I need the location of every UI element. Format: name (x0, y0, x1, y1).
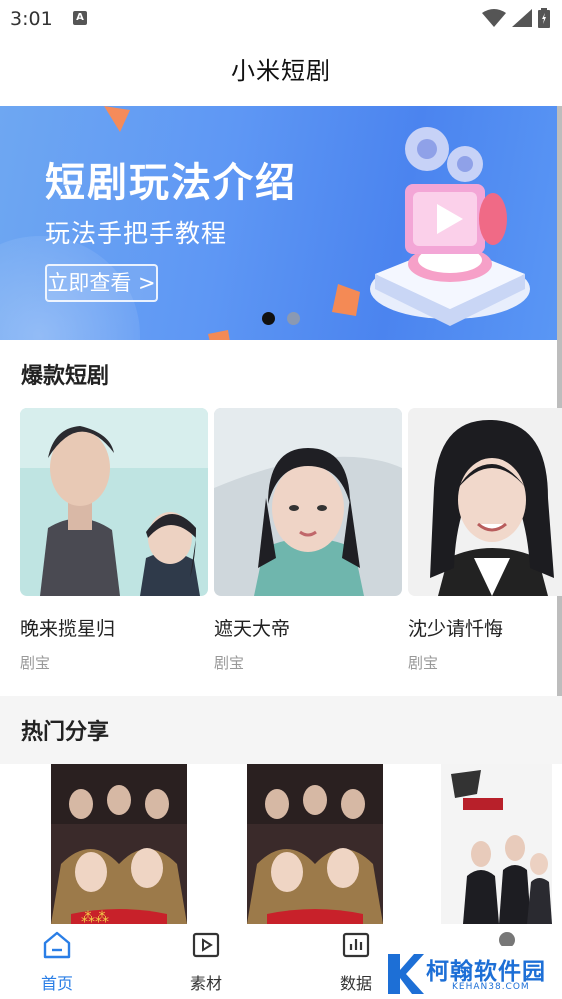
drama-poster[interactable] (214, 408, 402, 596)
share-poster-list[interactable]: ⁂⁂ (0, 764, 562, 924)
share-poster[interactable] (441, 764, 552, 924)
nav-materials-label: 素材 (189, 974, 222, 993)
share-section-title: 热门分享 (21, 720, 110, 745)
drama-source-tag: 剧宝 (214, 654, 245, 672)
home-icon (43, 931, 71, 959)
drama-card[interactable]: 遮天大帝 剧宝 (214, 408, 402, 673)
notification-a-icon: A (73, 11, 87, 25)
banner-subtitle: 玩法手把手教程 (45, 219, 228, 248)
page-title: 小米短剧 (231, 57, 331, 85)
share-poster[interactable]: ⁂⁂ (51, 764, 187, 924)
status-time: 3:01 (10, 8, 53, 30)
drama-card[interactable]: 沈少请忏悔 剧宝 (408, 408, 562, 673)
drama-title: 晚来揽星归 (20, 618, 116, 640)
nav-home[interactable]: 首页 (12, 930, 102, 994)
status-icons (482, 8, 550, 28)
drama-source-tag: 剧宝 (20, 654, 51, 672)
drama-poster[interactable] (408, 408, 562, 596)
drama-card[interactable]: 晚来揽星归 剧宝 (20, 408, 208, 673)
decor-cube-icon (208, 330, 230, 340)
promo-banner[interactable]: 短剧玩法介绍 玩法手把手教程 立即查看 > (0, 106, 562, 340)
drama-source-tag: 剧宝 (408, 654, 439, 672)
app-bar: 小米短剧 (0, 38, 562, 106)
banner-title: 短剧玩法介绍 (45, 160, 297, 206)
signal-icon (512, 9, 532, 27)
film-camera-illustration (370, 127, 530, 326)
drama-poster[interactable] (20, 408, 208, 596)
drama-title: 遮天大帝 (214, 618, 291, 640)
hot-section-title: 爆款短剧 (21, 364, 110, 389)
status-bar: 3:01 A (0, 0, 562, 38)
watermark-text: 柯翰软件园 (426, 959, 546, 985)
view-now-button[interactable]: 立即查看 > (45, 264, 158, 302)
decor-cube-icon (104, 106, 130, 132)
share-section-header: 热门分享 (0, 696, 562, 764)
watermark-subtext: KEHAN38.COM (452, 982, 530, 992)
drama-title: 沈少请忏悔 (408, 618, 504, 640)
nav-home-label: 首页 (40, 974, 73, 993)
wifi-icon (482, 9, 506, 27)
hot-drama-list[interactable]: 晚来揽星归 剧宝 遮天大帝 剧宝 沈少请忏悔 剧宝 (20, 408, 562, 678)
k-logo-icon (388, 954, 424, 994)
battery-icon (538, 8, 550, 28)
video-play-icon (192, 932, 220, 958)
data-chart-icon (342, 932, 370, 958)
banner-pagination[interactable] (262, 312, 300, 325)
share-poster[interactable] (247, 764, 383, 924)
nav-materials[interactable]: 素材 (161, 930, 251, 994)
pagination-dot-active[interactable] (262, 312, 275, 325)
pagination-dot[interactable] (287, 312, 300, 325)
svg-text:⁂⁂: ⁂⁂ (81, 910, 109, 924)
site-watermark: 柯翰软件园 KEHAN38.COM (382, 946, 562, 999)
decor-cube-icon (332, 284, 360, 316)
